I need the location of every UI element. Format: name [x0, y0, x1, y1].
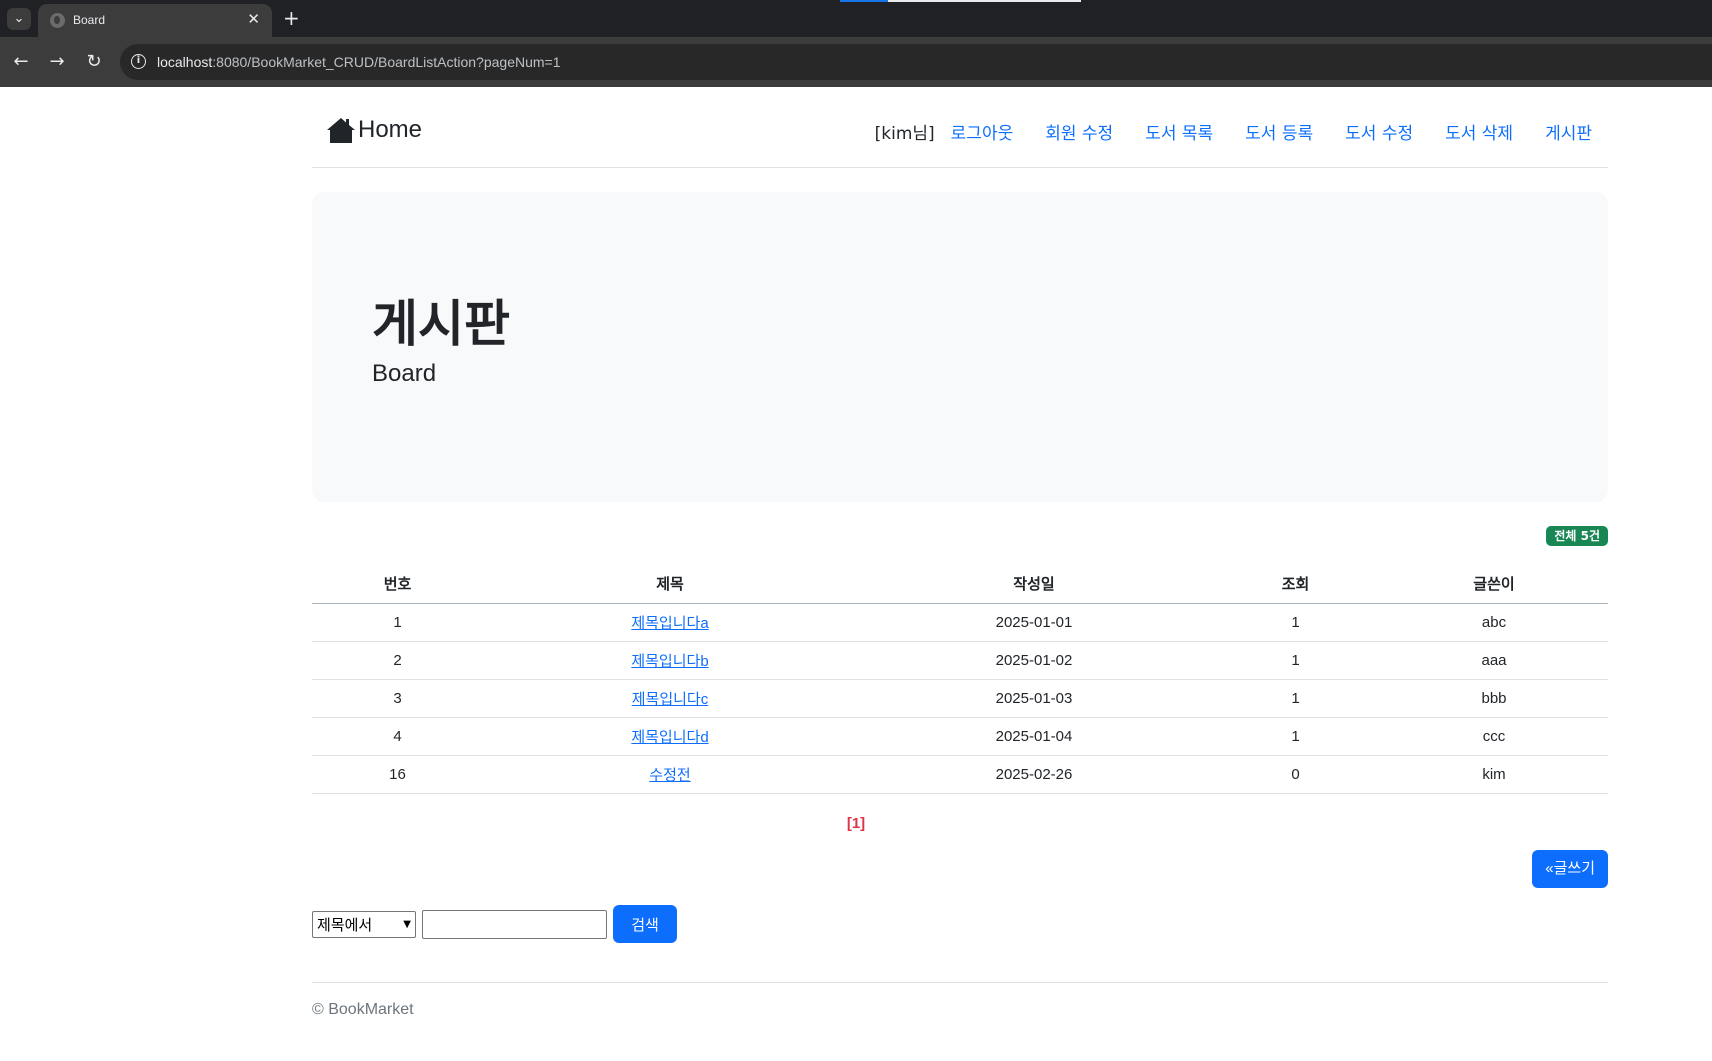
pagination: [1]: [0, 813, 1712, 832]
logged-in-user: [kim님]: [874, 124, 935, 144]
search-input[interactable]: [422, 909, 607, 939]
board-table: 번호 제목 작성일 조회 글쓴이 1 제목입니다a 2025-01-01 1 a…: [312, 565, 1608, 794]
browser-toolbar: ← → ↻ i localhost:8080/BookMarket_CRUD/B…: [0, 37, 1712, 87]
table-row: 1 제목입니다a 2025-01-01 1 abc: [312, 603, 1608, 642]
site-info-icon[interactable]: i: [131, 54, 146, 69]
column-header-writer: 글쓴이: [1380, 565, 1608, 604]
cell-writer: ccc: [1380, 717, 1608, 756]
top-nav: [kim님] 로그아웃 회원 수정 도서 목록 도서 등록 도서 수정 도서 삭…: [875, 119, 1592, 144]
cell-views: 0: [1211, 755, 1380, 794]
column-header-views: 조회: [1211, 565, 1380, 604]
write-post-button[interactable]: «글쓰기: [1532, 850, 1608, 888]
post-title-link[interactable]: 수정전: [649, 767, 690, 784]
new-tab-icon[interactable]: +: [283, 6, 300, 30]
cell-views: 1: [1211, 679, 1380, 718]
search-form: 제목에서 ▼ 검색: [312, 904, 1608, 944]
cell-writer: aaa: [1380, 641, 1608, 680]
column-header-title: 제목: [483, 565, 857, 604]
home-label: Home: [358, 116, 423, 143]
post-title-link[interactable]: 제목입니다b: [631, 653, 708, 670]
loading-progress-bar: [840, 0, 888, 2]
tab-search-chevron-icon[interactable]: ⌄: [7, 8, 31, 30]
back-arrow-icon[interactable]: ←: [8, 49, 34, 75]
url-text[interactable]: localhost:8080/BookMarket_CRUD/BoardList…: [157, 54, 561, 70]
forward-arrow-icon[interactable]: →: [44, 49, 70, 75]
browser-tab-bar: ⌄ Board ✕ +: [0, 0, 1712, 37]
table-row: 2 제목입니다b 2025-01-02 1 aaa: [312, 641, 1608, 680]
cell-number: 2: [312, 641, 483, 680]
column-header-number: 번호: [312, 565, 483, 604]
page-content: Home [kim님] 로그아웃 회원 수정 도서 목록 도서 등록 도서 수정…: [0, 87, 1712, 1061]
jumbotron: 게시판 Board: [312, 192, 1608, 502]
post-title-link[interactable]: 제목입니다c: [632, 691, 709, 708]
close-tab-icon[interactable]: ✕: [247, 10, 260, 28]
column-header-date: 작성일: [857, 565, 1211, 604]
cell-date: 2025-01-03: [857, 679, 1211, 718]
site-footer: © BookMarket: [312, 982, 1608, 1042]
search-button[interactable]: 검색: [613, 905, 677, 943]
cell-number: 3: [312, 679, 483, 718]
page-subtitle: Board: [372, 360, 437, 387]
search-field-select[interactable]: 제목에서 ▼: [312, 910, 416, 938]
search-field-selected: 제목에서: [317, 915, 373, 934]
cell-views: 1: [1211, 717, 1380, 756]
table-row: 3 제목입니다c 2025-01-03 1 bbb: [312, 679, 1608, 718]
nav-book-edit[interactable]: 도서 수정: [1345, 119, 1413, 144]
cell-title: 수정전: [483, 755, 857, 794]
total-count-badge: 전체 5건: [1546, 526, 1608, 546]
cell-date: 2025-01-04: [857, 717, 1211, 756]
cell-date: 2025-02-26: [857, 755, 1211, 794]
tab-title: Board: [73, 13, 106, 27]
cell-title: 제목입니다d: [483, 717, 857, 756]
cell-writer: kim: [1380, 755, 1608, 794]
cell-number: 16: [312, 755, 483, 794]
table-row: 4 제목입니다d 2025-01-04 1 ccc: [312, 717, 1608, 756]
home-link[interactable]: Home: [326, 116, 422, 144]
cell-date: 2025-01-01: [857, 603, 1211, 642]
nav-book-delete[interactable]: 도서 삭제: [1445, 119, 1513, 144]
post-title-link[interactable]: 제목입니다d: [631, 729, 708, 746]
cell-date: 2025-01-02: [857, 641, 1211, 680]
table-row: 16 수정전 2025-02-26 0 kim: [312, 755, 1608, 794]
chevron-down-icon: ▼: [403, 918, 411, 930]
site-header: Home [kim님] 로그아웃 회원 수정 도서 목록 도서 등록 도서 수정…: [312, 87, 1608, 168]
table-header-row: 번호 제목 작성일 조회 글쓴이: [312, 565, 1608, 604]
page-title: 게시판: [372, 295, 510, 353]
cell-writer: bbb: [1380, 679, 1608, 718]
cell-number: 1: [312, 603, 483, 642]
loading-progress-track: [888, 0, 1081, 2]
page-link-1[interactable]: [1]: [847, 815, 865, 832]
globe-icon: [50, 13, 65, 28]
reload-icon[interactable]: ↻: [81, 49, 107, 75]
cell-title: 제목입니다c: [483, 679, 857, 718]
nav-edit-member[interactable]: 회원 수정: [1045, 119, 1113, 144]
cell-title: 제목입니다b: [483, 641, 857, 680]
nav-book-list[interactable]: 도서 목록: [1145, 119, 1213, 144]
house-icon: [327, 117, 355, 143]
address-bar[interactable]: i localhost:8080/BookMarket_CRUD/BoardLi…: [120, 44, 1712, 80]
nav-logout[interactable]: 로그아웃: [951, 119, 1014, 144]
post-title-link[interactable]: 제목입니다a: [631, 615, 708, 632]
cell-number: 4: [312, 717, 483, 756]
footer-copyright: © BookMarket: [312, 1001, 414, 1018]
nav-book-add[interactable]: 도서 등록: [1245, 119, 1313, 144]
cell-title: 제목입니다a: [483, 603, 857, 642]
browser-tab[interactable]: Board ✕: [38, 4, 272, 37]
cell-views: 1: [1211, 603, 1380, 642]
nav-board[interactable]: 게시판: [1545, 119, 1592, 144]
cell-views: 1: [1211, 641, 1380, 680]
cell-writer: abc: [1380, 603, 1608, 642]
